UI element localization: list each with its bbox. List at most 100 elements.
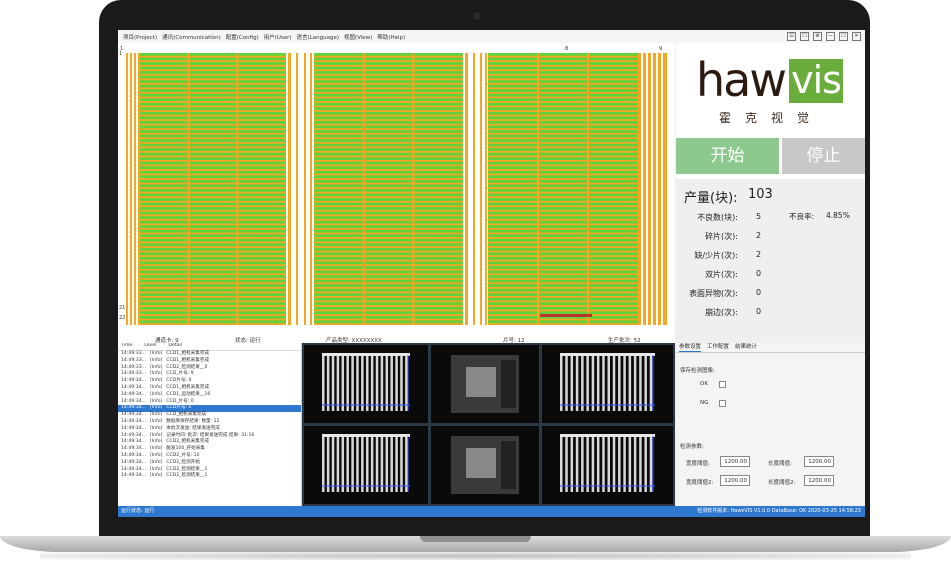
tab-work-config[interactable]: 工作配置 bbox=[707, 343, 729, 352]
menu-help[interactable]: 帮助(Help) bbox=[377, 33, 405, 41]
map-cell-row bbox=[488, 98, 638, 102]
defect-rate-value: 4.85% bbox=[826, 211, 850, 220]
close-icon[interactable]: ✕ bbox=[852, 32, 861, 41]
log-detail: CCD1_相机采集完成 bbox=[166, 351, 210, 356]
camera-cell-strip bbox=[575, 436, 579, 492]
map-top-number: 9 bbox=[659, 46, 662, 52]
map-cell-row bbox=[488, 89, 638, 92]
map-cell-row bbox=[140, 152, 286, 156]
camera-cell-strip bbox=[400, 436, 403, 492]
maximize-icon[interactable]: ☐ bbox=[839, 32, 848, 41]
start-button[interactable]: 开始 bbox=[676, 138, 779, 174]
log-level: [Info] bbox=[150, 452, 163, 458]
camera-cell-strip bbox=[633, 436, 637, 492]
map-cell-row bbox=[314, 75, 463, 79]
map-cell-row bbox=[140, 134, 286, 138]
log-row[interactable]: 14:49:34... [Info] 数据库保存结果: 数量: 12 bbox=[118, 419, 301, 426]
menu-user[interactable]: 用户(User) bbox=[264, 33, 292, 41]
camera-cell-strip bbox=[370, 355, 374, 411]
menu-config[interactable]: 配置(Config) bbox=[226, 33, 259, 41]
map-cell-row bbox=[314, 152, 463, 156]
menu-view[interactable]: 视图(View) bbox=[344, 33, 372, 41]
settings-icon[interactable]: ⚙ bbox=[813, 32, 822, 41]
map-cell-row bbox=[140, 53, 286, 56]
map-cell-row bbox=[314, 89, 463, 92]
log-header-level: Level bbox=[144, 343, 157, 348]
stat-label: 表面异物(次): bbox=[689, 289, 738, 298]
log-row[interactable]: 14:49:34... [Info] 本批次发送: 结果发送完成 bbox=[118, 426, 301, 433]
map-gap-line bbox=[465, 53, 468, 325]
camera-icon[interactable]: ⊡ bbox=[787, 32, 796, 41]
map-cell-row bbox=[488, 234, 638, 238]
map-cell-row bbox=[314, 121, 463, 124]
camera-cell-strip bbox=[581, 436, 584, 492]
stat-row: 不良数(块): 5 bbox=[676, 212, 776, 230]
log-panel[interactable]: Time Level Detail 14:49:33... [Info] CCD1_… bbox=[118, 343, 302, 506]
footer-right: 检测软件版本: HawkVIS V1.0.0 DataBase: OK 2020… bbox=[697, 508, 861, 514]
minimize-icon[interactable]: — bbox=[826, 32, 835, 41]
option-ng-checkbox[interactable] bbox=[719, 400, 726, 407]
log-detail: 数据库保存结果: 数量: 12 bbox=[166, 418, 220, 424]
option-ok-checkbox[interactable] bbox=[719, 381, 726, 388]
log-row[interactable]: 14:49:33... [Info] CCD1_相机采集完成 bbox=[118, 351, 301, 358]
camera-machine-part bbox=[501, 360, 516, 408]
camera-cell-strip bbox=[649, 436, 653, 492]
map-cell-row bbox=[488, 320, 638, 324]
param-input[interactable]: 1200.00 bbox=[720, 456, 750, 467]
camera-cell-strip bbox=[560, 436, 563, 492]
map-cell-row bbox=[488, 130, 638, 133]
map-edge-line bbox=[641, 53, 643, 325]
camera-cell-strip bbox=[586, 355, 589, 411]
param-label: 长度阈值2: bbox=[768, 480, 796, 486]
log-time: 14:49:34... bbox=[121, 378, 147, 384]
camera-cell-strip bbox=[370, 436, 374, 492]
log-row[interactable]: 14:49:34... [Info] 触发100_开始采集 bbox=[118, 446, 301, 453]
log-detail: CCD2_检测结果__1 bbox=[166, 473, 208, 479]
map-cell-row bbox=[314, 225, 463, 228]
camera-cell-strip bbox=[395, 436, 398, 492]
map-cell-row bbox=[140, 238, 286, 242]
log-row[interactable]: 14:49:34... [Info] CCD2_检测开始 bbox=[118, 460, 301, 467]
camera-cell-strip bbox=[565, 436, 568, 492]
map-cell-row bbox=[140, 302, 286, 306]
tab-params[interactable]: 参数设置 bbox=[679, 343, 702, 352]
menu-project[interactable]: 项目(Project) bbox=[123, 33, 157, 41]
log-row[interactable]: 14:49:34... [Info] CCD_相机采集完成 bbox=[118, 412, 301, 419]
map-cell-row bbox=[314, 297, 463, 301]
tab-results[interactable]: 结果统计 bbox=[735, 343, 757, 352]
production-label: 产量(块): bbox=[684, 191, 738, 206]
map-cell-row bbox=[314, 288, 463, 292]
stat-value: 2 bbox=[756, 250, 762, 259]
camera-cell-strip bbox=[395, 355, 398, 411]
layout-icon[interactable]: ☐ bbox=[800, 32, 809, 41]
map-cell-row bbox=[314, 270, 463, 274]
map-defect-mark bbox=[540, 314, 592, 317]
log-time: 14:49:34... bbox=[121, 384, 147, 390]
menu-communication[interactable]: 通讯(Communication) bbox=[162, 33, 221, 41]
param-input[interactable]: 1200.00 bbox=[804, 475, 834, 486]
map-cell-row bbox=[140, 148, 286, 151]
camera-cell-strip bbox=[560, 355, 563, 411]
param-input[interactable]: 1200.00 bbox=[720, 475, 750, 486]
log-detail: CCD片号: 0 bbox=[166, 378, 192, 384]
param-input[interactable]: 1200.00 bbox=[804, 456, 834, 467]
menu-language[interactable]: 语言(Language) bbox=[297, 33, 339, 41]
map-gap-line bbox=[485, 53, 487, 325]
log-row[interactable]: 14:49:34... [Info] CCD1_运动结果__16 bbox=[118, 392, 301, 399]
log-row[interactable]: 14:49:34... [Info] CCD2_片号: 10 bbox=[118, 453, 301, 460]
log-row[interactable]: 14:49:34... [Info] CCD1_相机采集完成 bbox=[118, 385, 301, 392]
map-cell-row bbox=[314, 166, 463, 170]
camera-cell-strip bbox=[331, 355, 335, 411]
log-row[interactable]: 14:49:34... [Info] CCD片号: 0 bbox=[118, 378, 301, 385]
map-edge-line bbox=[656, 53, 658, 325]
map-cell-row bbox=[314, 302, 463, 306]
map-cell-row bbox=[314, 80, 463, 83]
map-cell-row bbox=[314, 234, 463, 238]
camera-cell-strip bbox=[322, 436, 325, 492]
map-edge-line bbox=[646, 53, 648, 325]
log-row[interactable]: 14:49:34... [Info] CCD2_检测结果__1 bbox=[118, 473, 301, 480]
map-cell-row bbox=[488, 198, 638, 201]
map-cell-row bbox=[314, 175, 463, 179]
log-row[interactable]: 14:49:33... [Info] CCD1_相机采集完成 bbox=[118, 358, 301, 365]
stop-button[interactable]: 停止 bbox=[782, 138, 865, 174]
